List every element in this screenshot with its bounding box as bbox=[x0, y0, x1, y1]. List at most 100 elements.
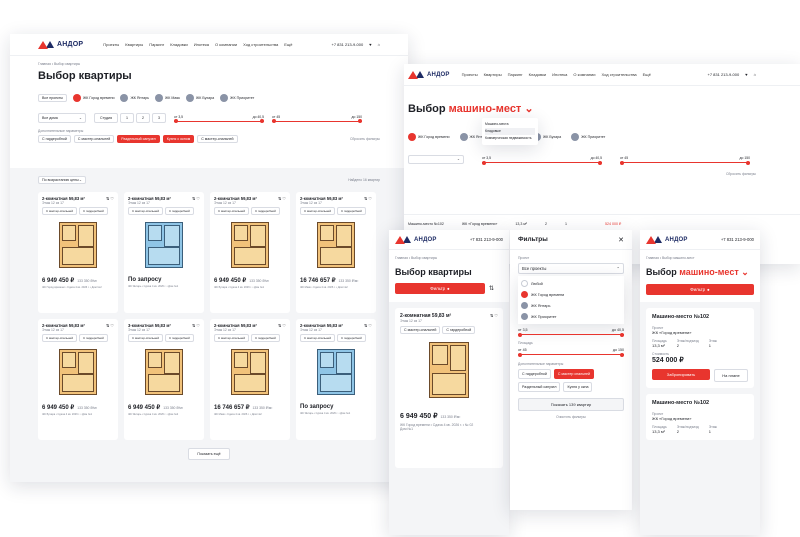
room-option[interactable]: Студия bbox=[94, 113, 119, 123]
apartment-card[interactable]: 2-комнатная 59,83 м² ⇅ ♡ Этаж 12 из 17 С ма… bbox=[38, 319, 118, 440]
favorite-icon[interactable]: ⇅ ♡ bbox=[278, 323, 286, 328]
nav-item[interactable]: О компании bbox=[215, 42, 237, 47]
extra-param-chip[interactable]: Раздельный санузел bbox=[117, 135, 160, 143]
favorite-icon[interactable]: ⇅ ♡ bbox=[192, 323, 200, 328]
extra-param-chip[interactable]: Раздельный санузел bbox=[518, 382, 561, 392]
book-button[interactable]: Забронировать bbox=[652, 369, 710, 380]
house-select[interactable]: Все дома ⌄ bbox=[38, 113, 86, 123]
project-tab[interactable]: Все проекты bbox=[38, 94, 67, 102]
favorite-icon[interactable]: ⇅ ♡ bbox=[278, 196, 286, 201]
extra-param-chip[interactable]: С гардеробной bbox=[38, 135, 71, 143]
nav-item[interactable]: О компании bbox=[573, 72, 595, 77]
favorite-icon[interactable]: ⇅ ♡ bbox=[364, 323, 372, 328]
dropdown-option[interactable]: Коммерческая недвижимость bbox=[485, 135, 535, 142]
nav-item[interactable]: Ещё bbox=[643, 72, 651, 77]
nav-item[interactable]: Паркинг bbox=[508, 72, 523, 77]
extra-param-chip[interactable]: С мастер-спальней bbox=[73, 135, 115, 143]
reset-filters-link[interactable]: Сбросить фильтры bbox=[350, 137, 380, 141]
dropdown-option[interactable]: Кладовые bbox=[485, 128, 535, 135]
phone[interactable]: +7 831 213-9-000 bbox=[721, 237, 754, 242]
project-tab[interactable]: ЖК Бухара bbox=[185, 94, 214, 102]
favorite-icon[interactable]: ⇅ ♡ bbox=[106, 323, 114, 328]
filter-button[interactable]: Фильтр ● bbox=[395, 283, 485, 294]
apartment-card[interactable]: 2-комнатная 59,83 м² ⇅ ♡ Этаж 12 из 17 С ма… bbox=[124, 192, 204, 313]
extra-param-chip[interactable]: Кухня с окном bbox=[162, 135, 195, 143]
filter-button[interactable]: Фильтр ● bbox=[646, 284, 754, 295]
brand-logo[interactable]: АНДОР bbox=[646, 235, 688, 244]
favorite-icon[interactable]: ⇅ ♡ bbox=[364, 196, 372, 201]
nav-item[interactable]: Проекты bbox=[103, 42, 119, 47]
apartment-card[interactable]: 2-комнатная 59,83 м² ⇅ ♡ Этаж 12 из 17 С ма… bbox=[210, 319, 290, 440]
nav-item[interactable]: Квартиры bbox=[484, 72, 502, 77]
phone[interactable]: +7 831 213-9-000 bbox=[470, 237, 503, 242]
nav-item[interactable]: Кладовки bbox=[529, 72, 547, 77]
price-range[interactable]: от 45 до 150 bbox=[272, 115, 363, 123]
nav-item[interactable]: Ход строительства bbox=[601, 72, 636, 77]
sort-select[interactable]: По возрастанию цены ⌄ bbox=[38, 176, 86, 184]
nav-item[interactable]: Ещё bbox=[284, 42, 292, 47]
nav-item[interactable]: Квартиры bbox=[125, 42, 143, 47]
project-tab[interactable]: ЖК Приоритет bbox=[220, 94, 254, 102]
extra-param-chip[interactable]: С гардеробной bbox=[518, 369, 551, 379]
type-dropdown[interactable]: машино-мест bbox=[449, 103, 522, 115]
project-option[interactable]: ЖК Город времени bbox=[521, 289, 621, 300]
user-icon[interactable]: ⌂ bbox=[754, 72, 756, 77]
apartment-card[interactable]: 2-комнатная 59,83 м² ⇅ ♡ Этаж 12 из 17 С ма… bbox=[38, 192, 118, 313]
favorite-icon[interactable]: ⇅ ♡ bbox=[192, 196, 200, 201]
area-range[interactable]: от 3,5 до 40,5 bbox=[518, 328, 624, 337]
nav-item[interactable]: Ипотека bbox=[552, 72, 567, 77]
on-plan-button[interactable]: На плане bbox=[714, 369, 748, 382]
house-select[interactable]: ⌄ bbox=[408, 155, 464, 164]
user-icon[interactable]: ⌂ bbox=[378, 42, 380, 47]
reset-filters-link[interactable]: Очистить фильтры bbox=[518, 415, 624, 419]
sort-icon[interactable]: ⇅ bbox=[489, 285, 494, 292]
extra-param-chip[interactable]: Кухня у окна bbox=[563, 382, 593, 392]
nav-item[interactable]: Ход строительства bbox=[243, 42, 278, 47]
project-tab[interactable]: ЖК Янтарь bbox=[120, 94, 149, 102]
project-select[interactable]: Все проекты ⌃ bbox=[518, 263, 624, 274]
brand-logo[interactable]: АНДОР bbox=[38, 40, 83, 49]
room-option[interactable]: 1 bbox=[120, 113, 135, 123]
close-icon[interactable]: ✕ bbox=[618, 236, 624, 244]
parking-card[interactable]: Машино-место №102 Проект ЖК «Город време… bbox=[646, 308, 754, 388]
compare-icon[interactable]: ⇅ ♡ bbox=[490, 313, 498, 319]
room-option[interactable]: 3 bbox=[152, 113, 167, 123]
nav-item[interactable]: Кладовки bbox=[170, 42, 188, 47]
apartment-card[interactable]: 2-комнатная 59,83 м² ⇅ ♡ Этаж 12 из 17 С ма… bbox=[296, 192, 376, 313]
reset-filters-link[interactable]: Сбросить фильтры bbox=[408, 172, 756, 176]
project-option[interactable]: ЖК Янтарь bbox=[521, 300, 621, 311]
apartment-card[interactable]: 2-комнатная 59,83 м² ⇅ ♡ Этаж 12 из 17 С ма… bbox=[296, 319, 376, 440]
room-option[interactable]: 2 bbox=[136, 113, 151, 123]
show-results-button[interactable]: Показать 139 квартир bbox=[518, 398, 624, 411]
chevron-down-icon[interactable]: ⌄ bbox=[739, 267, 749, 277]
chevron-down-icon[interactable]: ⌄ bbox=[521, 103, 533, 115]
nav-item[interactable]: Ипотека bbox=[194, 42, 209, 47]
parking-card[interactable]: Машино-место №102 Проект ЖК «Город време… bbox=[646, 394, 754, 440]
apartment-card[interactable]: 3-комнатная 59,83 м² ⇅ ♡ Этаж 12 из 17 С ма… bbox=[124, 319, 204, 440]
project-tab[interactable]: ЖК Город времени bbox=[408, 133, 450, 141]
project-tab[interactable]: ЖК Город времени bbox=[72, 94, 114, 102]
project-tab[interactable]: ЖК Маяк bbox=[154, 94, 180, 102]
nav-item[interactable]: Проекты bbox=[462, 72, 478, 77]
price-range[interactable]: от 45 до 150 bbox=[518, 348, 624, 357]
brand-logo[interactable]: АНДОР bbox=[395, 235, 437, 244]
project-option[interactable]: Любой bbox=[521, 278, 621, 289]
project-tab[interactable]: ЖК Приоритет bbox=[571, 133, 605, 141]
heart-icon[interactable]: ♥ bbox=[745, 72, 747, 77]
show-more-button[interactable]: Показать ещё bbox=[188, 448, 230, 460]
nav-item[interactable]: Паркинг bbox=[149, 42, 164, 47]
heart-icon[interactable]: ♥ bbox=[369, 42, 371, 47]
area-range[interactable]: от 3,5 до 40,5 bbox=[174, 115, 265, 123]
favorite-icon[interactable]: ⇅ ♡ bbox=[106, 196, 114, 201]
extra-param-chip[interactable]: С мастер спальней bbox=[553, 369, 595, 379]
phone[interactable]: +7 831 213-9-000 bbox=[708, 72, 740, 77]
area-range[interactable]: от 3,5 до 40,5 bbox=[482, 156, 602, 165]
dropdown-option[interactable]: Машино-места bbox=[485, 121, 535, 128]
phone[interactable]: +7 831 213-9-000 bbox=[332, 42, 364, 47]
brand-logo[interactable]: АНДОР bbox=[408, 70, 450, 79]
price-range[interactable]: от 45 до 150 bbox=[620, 156, 750, 165]
project-option[interactable]: ЖК Приоритет bbox=[521, 311, 621, 322]
apartment-card[interactable]: 2-комнатная 59,83 м² ⇅ ♡ Этаж 12 из 17 С ма… bbox=[210, 192, 290, 313]
extra-param-chip[interactable]: С мастер-спальней bbox=[197, 135, 238, 143]
apartment-card[interactable]: 2-комнатная 59,83 м² ⇅ ♡ Этаж 12 из 17 С … bbox=[395, 308, 503, 468]
